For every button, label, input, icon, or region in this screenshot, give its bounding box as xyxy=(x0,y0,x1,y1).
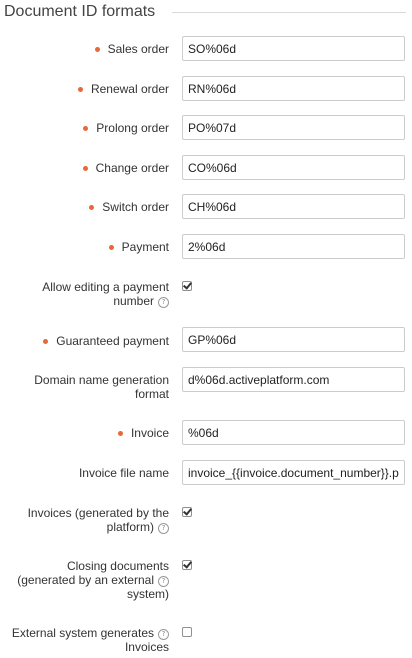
sales-order-input[interactable] xyxy=(182,36,405,61)
label-external-system-generates-invoices: External system generates? Invoices xyxy=(11,626,169,654)
section-header: Document ID formats xyxy=(0,0,412,24)
label-domain-name-format: Domain name generation format xyxy=(34,373,169,401)
label-switch-order: Switch order xyxy=(89,200,169,214)
section-title: Document ID formats xyxy=(4,3,156,20)
invoice-file-name-input[interactable] xyxy=(182,460,405,485)
label-invoice-file-name: Invoice file name xyxy=(78,466,169,480)
required-icon xyxy=(43,339,49,344)
required-icon xyxy=(82,166,88,171)
domain-name-format-input[interactable] xyxy=(182,367,405,392)
guaranteed-payment-input[interactable] xyxy=(182,327,405,352)
label-change-order: Change order xyxy=(82,161,169,175)
label-payment: Payment xyxy=(108,240,169,254)
label-invoices-generated-by-platform: Invoices (generated by the platform)? xyxy=(27,506,169,534)
section-divider xyxy=(172,12,406,13)
help-icon[interactable]: ? xyxy=(158,629,169,640)
change-order-input[interactable] xyxy=(182,155,405,180)
label-closing-documents: Closing documents (generated by an exter… xyxy=(17,559,169,601)
renewal-order-input[interactable] xyxy=(182,76,405,101)
switch-order-input[interactable] xyxy=(182,194,405,219)
required-icon xyxy=(117,431,123,436)
required-icon xyxy=(108,245,114,250)
invoices-generated-by-platform-checkbox[interactable] xyxy=(182,506,192,517)
label-guaranteed-payment: Guaranteed payment xyxy=(43,334,169,348)
help-icon[interactable]: ? xyxy=(158,576,169,587)
required-icon xyxy=(94,47,100,52)
required-icon xyxy=(77,87,83,92)
label-renewal-order: Renewal order xyxy=(77,82,169,96)
label-allow-editing-payment-number: Allow editing a payment number? xyxy=(42,280,169,308)
check-icon xyxy=(183,506,192,516)
external-system-generates-invoices-checkbox[interactable] xyxy=(182,627,192,637)
label-sales-order: Sales order xyxy=(94,42,169,56)
closing-documents-checkbox[interactable] xyxy=(182,559,192,570)
prolong-order-input[interactable] xyxy=(182,115,405,140)
check-icon xyxy=(183,559,192,569)
required-icon xyxy=(83,126,89,131)
required-icon xyxy=(89,205,95,210)
label-invoice: Invoice xyxy=(117,426,169,440)
label-prolong-order: Prolong order xyxy=(83,121,169,135)
invoice-input[interactable] xyxy=(182,420,405,445)
check-icon xyxy=(183,280,192,290)
help-icon[interactable]: ? xyxy=(158,523,169,534)
help-icon[interactable]: ? xyxy=(158,297,169,308)
allow-editing-payment-number-checkbox[interactable] xyxy=(182,280,192,291)
payment-input[interactable] xyxy=(182,234,405,259)
